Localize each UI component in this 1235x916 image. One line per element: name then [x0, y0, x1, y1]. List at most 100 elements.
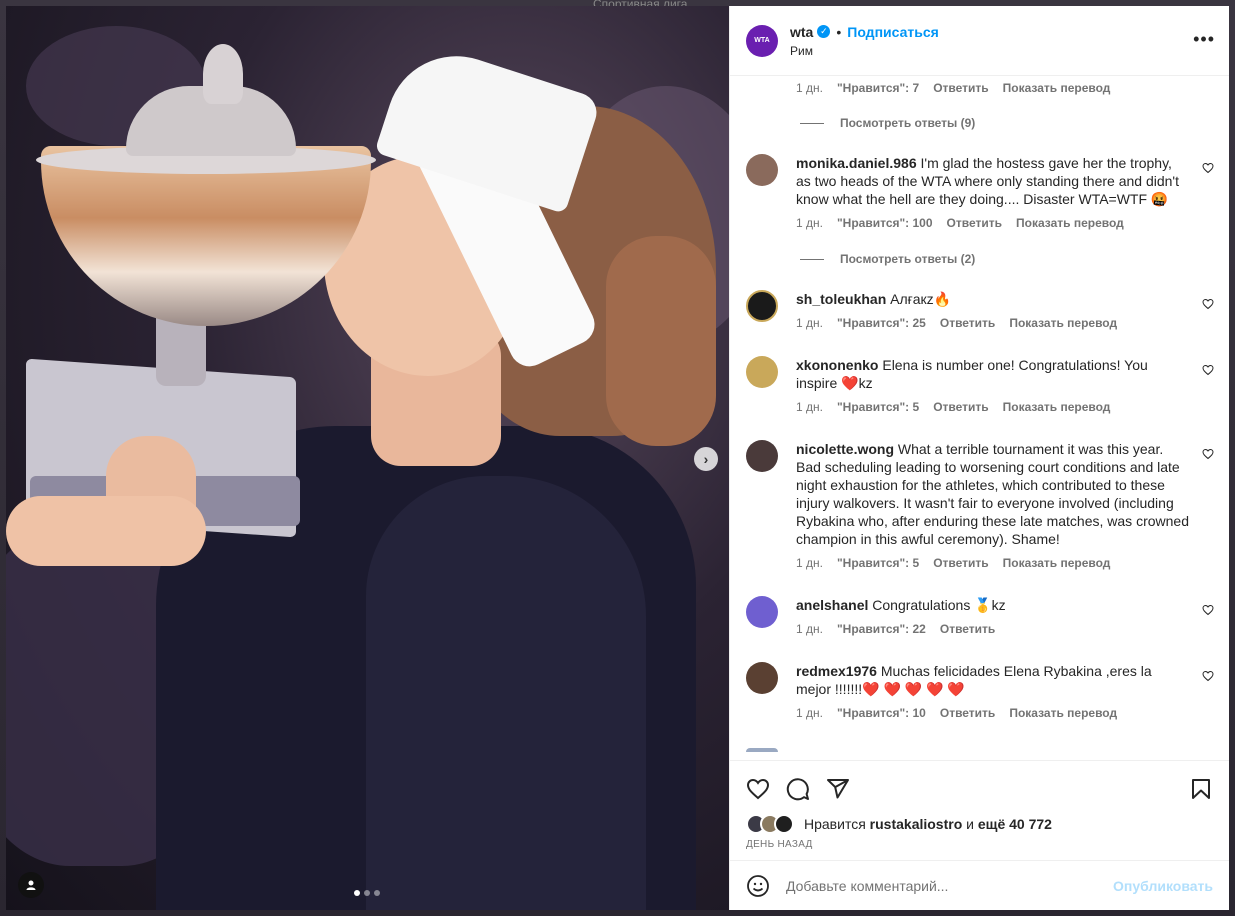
- liked-by-user[interactable]: rustakaliostro: [870, 816, 963, 832]
- avatar[interactable]: [746, 290, 778, 322]
- header-separator: •: [836, 23, 842, 40]
- avatar[interactable]: [746, 596, 778, 628]
- share-icon[interactable]: [826, 777, 850, 801]
- heart-icon[interactable]: [1202, 448, 1214, 460]
- comment-username[interactable]: nicolette.wong: [796, 441, 894, 457]
- translate-button[interactable]: Показать перевод: [1003, 400, 1111, 414]
- heart-icon[interactable]: [746, 777, 770, 801]
- comment-icon[interactable]: [786, 777, 810, 801]
- comment-meta: 1 дн. "Нравится": 7 Ответить Показать пе…: [796, 81, 1110, 95]
- view-replies-button[interactable]: Посмотреть ответы (9): [746, 116, 975, 130]
- comment-likes[interactable]: "Нравится": 5: [837, 400, 919, 414]
- comment-username[interactable]: xkononenko: [796, 357, 878, 373]
- comment-time: 1 дн.: [796, 622, 823, 636]
- follow-button[interactable]: Подписаться: [847, 24, 939, 40]
- carousel-next-button[interactable]: ›: [694, 447, 718, 471]
- translate-button[interactable]: Показать перевод: [1009, 706, 1117, 720]
- comment-text: anelshanel Congratulations 🥇kz: [796, 596, 1190, 614]
- post-photo[interactable]: ›: [6, 6, 729, 910]
- comment-time: 1 дн.: [796, 400, 823, 414]
- comment-item: nicolette.wong What a terrible tournamen…: [746, 440, 1214, 570]
- heart-icon[interactable]: [1202, 298, 1214, 310]
- comment-content: Congratulations 🥇kz: [872, 597, 1006, 613]
- reply-button[interactable]: Ответить: [933, 556, 988, 570]
- comment-likes[interactable]: "Нравится": 5: [837, 556, 919, 570]
- comment-time: 1 дн.: [796, 81, 823, 95]
- translate-button[interactable]: Показать перевод: [1009, 316, 1117, 330]
- carousel-dot: [374, 890, 380, 896]
- avatar[interactable]: [746, 356, 778, 388]
- comment-likes[interactable]: "Нравится": 100: [837, 216, 933, 230]
- avatar[interactable]: [746, 662, 778, 694]
- comment-likes[interactable]: "Нравится": 25: [837, 316, 926, 330]
- comment-username[interactable]: sh_toleukhan: [796, 291, 886, 307]
- comment-username[interactable]: anelshanel: [796, 597, 868, 613]
- comments-list[interactable]: 1 дн. "Нравится": 7 Ответить Показать пе…: [730, 76, 1229, 760]
- post-date[interactable]: ДЕНЬ НАЗАД: [746, 839, 813, 850]
- comment-likes[interactable]: "Нравится": 22: [837, 622, 926, 636]
- photo-jacket-shade: [366, 476, 646, 910]
- liked-by-and: и: [966, 816, 974, 832]
- more-options-icon[interactable]: •••: [1193, 30, 1215, 48]
- carousel-dots: [354, 890, 380, 896]
- reply-button[interactable]: Ответить: [933, 81, 988, 95]
- heart-icon[interactable]: [1202, 670, 1214, 682]
- comment-item: sh_toleukhan Алғакz🔥 1 дн. "Нравится": 2…: [746, 290, 1214, 330]
- translate-button[interactable]: Показать перевод: [1003, 81, 1111, 95]
- translate-button[interactable]: Показать перевод: [1016, 216, 1124, 230]
- comment-content: Алғакz🔥: [890, 291, 952, 307]
- comment-item: redmex1976 Muchas felicidades Elena Ryba…: [746, 662, 1214, 720]
- bookmark-icon[interactable]: [1189, 777, 1213, 801]
- publish-button[interactable]: Опубликовать: [1113, 878, 1213, 894]
- comment-meta: 1 дн. "Нравится": 5 Ответить Показать пе…: [796, 400, 1190, 414]
- comment-username[interactable]: redmex1976: [796, 663, 877, 679]
- emoji-icon[interactable]: [746, 874, 770, 898]
- heart-icon[interactable]: [1202, 162, 1214, 174]
- reply-button[interactable]: Ответить: [940, 706, 995, 720]
- comment-item: anelshanel Congratulations 🥇kz 1 дн. "Нр…: [746, 596, 1214, 636]
- tagged-users-button[interactable]: [18, 872, 44, 898]
- avatar[interactable]: [746, 440, 778, 472]
- post-actions: Нравится rustakaliostro и ещё 40 772 ДЕН…: [730, 760, 1229, 910]
- liked-by-avatars[interactable]: [746, 813, 802, 835]
- comment-text: redmex1976 Muchas felicidades Elena Ryba…: [796, 662, 1190, 698]
- comment-meta: 1 дн. "Нравится": 5 Ответить Показать пе…: [796, 556, 1190, 570]
- post-location[interactable]: Рим: [790, 44, 939, 58]
- reply-button[interactable]: Ответить: [947, 216, 1002, 230]
- liked-by-prefix: Нравится: [804, 816, 866, 832]
- photo-hand: [6, 496, 206, 566]
- comment-likes[interactable]: "Нравится": 10: [837, 706, 926, 720]
- avatar[interactable]: [746, 154, 778, 186]
- comment-time: 1 дн.: [796, 556, 823, 570]
- liked-by-others[interactable]: ещё 40 772: [978, 816, 1052, 832]
- avatar[interactable]: WTA: [746, 24, 778, 57]
- view-replies-label: Посмотреть ответы (9): [840, 116, 976, 130]
- replies-line: [800, 258, 824, 260]
- view-replies-button[interactable]: Посмотреть ответы (2): [746, 252, 975, 266]
- comment-likes[interactable]: "Нравится": 7: [837, 81, 919, 95]
- reply-button[interactable]: Ответить: [940, 316, 995, 330]
- comment-body: redmex1976 Muchas felicidades Elena Ryba…: [796, 662, 1190, 720]
- comment-text: nicolette.wong What a terrible tournamen…: [796, 440, 1190, 548]
- comment-body: nicolette.wong What a terrible tournamen…: [796, 440, 1190, 570]
- verified-badge-icon: ✓: [817, 25, 831, 38]
- comment-meta: 1 дн. "Нравится": 22 Ответить: [796, 622, 1190, 636]
- post-modal: › WTA wta ✓ • Подписаться Рим ••• 1 дн. …: [6, 6, 1229, 910]
- header-username[interactable]: wta: [790, 24, 813, 40]
- avatar: [746, 748, 778, 752]
- reply-button[interactable]: Ответить: [940, 622, 995, 636]
- comment-meta: 1 дн. "Нравится": 100 Ответить Показать …: [796, 216, 1190, 230]
- photo-braid: [606, 236, 716, 446]
- user-icon: [26, 880, 36, 890]
- chevron-right-icon: ›: [703, 451, 709, 467]
- reply-button[interactable]: Ответить: [933, 400, 988, 414]
- comment-input[interactable]: Добавьте комментарий...: [786, 878, 1113, 894]
- heart-icon[interactable]: [1202, 604, 1214, 616]
- replies-line: [800, 122, 824, 124]
- header-text: wta ✓ • Подписаться Рим: [790, 24, 939, 58]
- comment-username[interactable]: monika.daniel.986: [796, 155, 917, 171]
- comment-item: monika.daniel.986 I'm glad the hostess g…: [746, 154, 1214, 230]
- comment-body: sh_toleukhan Алғакz🔥 1 дн. "Нравится": 2…: [796, 290, 1190, 330]
- heart-icon[interactable]: [1202, 364, 1214, 376]
- translate-button[interactable]: Показать перевод: [1003, 556, 1111, 570]
